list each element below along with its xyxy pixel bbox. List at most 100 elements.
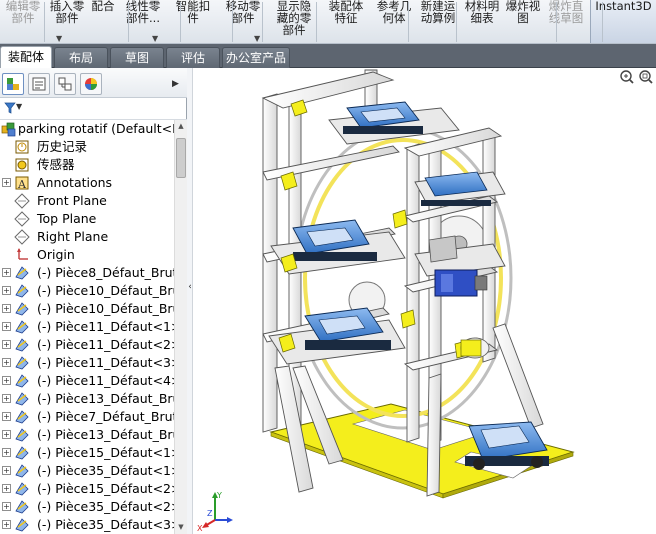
tree-item[interactable]: + A Annotations [0, 174, 174, 192]
tab-2[interactable]: 草图 [110, 47, 164, 68]
ribbon-button-12[interactable]: 爆炸直 线草图 [542, 0, 590, 43]
tree-item[interactable]: + (-) Pièce15_Défaut<1> [0, 444, 174, 462]
command-ribbon: 编辑零 部件 插入零 部件 配合 线性零 部件... 智能扣 件移动零 部件 显示隐 藏的… [0, 0, 656, 44]
sensor-icon [15, 158, 29, 172]
scroll-down-arrow-icon[interactable]: ▼ [175, 521, 187, 534]
tree-item[interactable]: Front Plane [0, 192, 174, 210]
tree-item[interactable]: + (-) Pièce13_Défaut_Brut [0, 390, 174, 408]
tree-item[interactable]: 历史记录 [0, 138, 174, 156]
feature-tree-icon [7, 78, 19, 90]
property-manager-tab[interactable] [28, 73, 50, 95]
tree-item-label: Annotations [37, 175, 113, 190]
tree-item[interactable]: Right Plane [0, 228, 174, 246]
tree-item[interactable]: + (-) Pièce13_Défaut_Brut [0, 426, 174, 444]
expand-plus-icon[interactable]: + [2, 376, 11, 385]
tree-item-label: (-) Pièce15_Défaut<1> [37, 445, 174, 460]
expand-plus-icon[interactable]: + [2, 340, 11, 349]
scroll-up-arrow-icon[interactable]: ▲ [175, 120, 187, 133]
ribbon-button-5[interactable]: 移动零 部件 [218, 0, 268, 43]
tree-item[interactable]: + (-) Pièce35_Défaut<1> [0, 462, 174, 480]
ribbon-button-8[interactable]: 参考几 何体 [372, 0, 416, 43]
scroll-thumb[interactable] [176, 138, 186, 178]
ribbon-dropdown-arrow-icon[interactable]: ▼ [152, 34, 158, 43]
tree-item-label: (-) Pièce35_Défaut<3> [37, 517, 174, 532]
tree-item[interactable]: + (-) Pièce35_Défaut<3> [0, 516, 174, 534]
expand-plus-icon[interactable]: + [2, 502, 11, 511]
tree-item[interactable]: + (-) Pièce15_Défaut<2> [0, 480, 174, 498]
ribbon-button-label: 编辑零 部件 [5, 0, 41, 25]
ribbon-separator [44, 2, 45, 42]
panel-expand-arrow-icon[interactable]: ▶ [172, 79, 179, 89]
ribbon-button-3[interactable]: 线性零 部件... [118, 0, 168, 43]
ribbon-separator [128, 2, 129, 42]
ribbon-button-4[interactable]: 智能扣 件 [168, 0, 218, 43]
expand-plus-icon[interactable]: + [2, 358, 11, 367]
ribbon-button-label: 插入零 部件 [49, 0, 85, 25]
ribbon-button-0[interactable]: 编辑零 部件 [0, 0, 46, 43]
part-icon [15, 446, 29, 460]
ribbon-button-9[interactable]: 新建运 动算例 [416, 0, 460, 43]
ribbon-button-10[interactable]: 材料明 细表 [460, 0, 504, 43]
tab-0[interactable]: 装配体 [0, 46, 52, 69]
ribbon-dropdown-arrow-icon[interactable]: ▼ [254, 34, 260, 43]
ribbon-button-7[interactable]: 装配体 特征 [320, 0, 372, 43]
part-icon [15, 356, 29, 370]
expand-plus-icon[interactable]: + [2, 520, 11, 529]
tree-item[interactable]: + (-) Pièce11_Défaut<4> [0, 372, 174, 390]
tree-root-label: parking rotatif (Default<D [18, 121, 174, 136]
tree-item[interactable]: + (-) Pièce7_Défaut_Brut d [0, 408, 174, 426]
ribbon-button-11[interactable]: 爆炸视 图 [504, 0, 542, 43]
expand-plus-icon[interactable]: + [2, 430, 11, 439]
ribbon-button-label: 配合 [91, 0, 115, 13]
coordinate-triad: Y Z X [197, 491, 233, 532]
tree-item[interactable]: 传感器 [0, 156, 174, 174]
appearance-manager-tab[interactable] [80, 73, 102, 95]
expand-plus-icon[interactable]: + [2, 394, 11, 403]
tree-item[interactable]: Top Plane [0, 210, 174, 228]
ribbon-button-label: 参考几 何体 [376, 0, 412, 25]
ribbon-button-2[interactable]: 配合 [88, 0, 118, 43]
tab-3[interactable]: 评估 [166, 47, 220, 68]
tree-item-label: (-) Pièce10_Défaut_Brut [37, 301, 174, 316]
plane-icon [14, 193, 30, 209]
tree-item-label: 历史记录 [37, 139, 88, 154]
graphics-viewport[interactable]: Y Z X [193, 68, 656, 534]
tree-root-assembly[interactable]: parking rotatif (Default<D [0, 120, 174, 138]
filter-icon[interactable] [4, 102, 16, 114]
tree-item-label: (-) Pièce11_Défaut<1> [37, 319, 174, 334]
tree-item[interactable]: + (-) Pièce10_Défaut_Brut [0, 282, 174, 300]
tab-1[interactable]: 布局 [54, 47, 108, 68]
tree-item[interactable]: Origin [0, 246, 174, 264]
tree-item[interactable]: + (-) Pièce10_Défaut_Brut [0, 300, 174, 318]
part-icon [15, 320, 29, 334]
expand-plus-icon[interactable]: + [2, 448, 11, 457]
tab-4[interactable]: 办公室产品 [222, 47, 290, 68]
expand-plus-icon[interactable]: + [2, 412, 11, 421]
ribbon-button-6[interactable]: 显示隐 藏的零 部件 [268, 0, 320, 43]
filter-dropdown-arrow-icon[interactable]: ▼ [16, 102, 22, 111]
expand-plus-icon[interactable]: + [2, 178, 11, 187]
expand-plus-icon[interactable]: + [2, 322, 11, 331]
appearance-icon [85, 78, 97, 90]
ribbon-button-1[interactable]: 插入零 部件 [46, 0, 88, 43]
tree-item[interactable]: + (-) Pièce11_Défaut<1> [0, 318, 174, 336]
tree-item-label: (-) Pièce13_Défaut_Brut [37, 391, 174, 406]
part-icon [15, 338, 29, 352]
expand-plus-icon[interactable]: + [2, 304, 11, 313]
ribbon-dropdown-arrow-icon[interactable]: ▼ [56, 34, 62, 43]
expand-plus-icon[interactable]: + [2, 466, 11, 475]
expand-plus-icon[interactable]: + [2, 268, 11, 277]
tree-item[interactable]: + (-) Pièce35_Défaut<2> [0, 498, 174, 516]
configuration-manager-tab[interactable] [54, 73, 76, 95]
ribbon-button-13[interactable]: Instant3D [590, 0, 656, 43]
tree-vertical-scrollbar[interactable]: ▲ ▼ [174, 120, 187, 534]
ribbon-separator [262, 2, 263, 42]
expand-plus-icon[interactable]: + [2, 286, 11, 295]
tree-item[interactable]: + (-) Pièce11_Défaut<2> [0, 336, 174, 354]
expand-plus-icon[interactable]: + [2, 484, 11, 493]
plane-icon [14, 211, 30, 227]
tree-item[interactable]: + (-) Pièce11_Défaut<3> [0, 354, 174, 372]
tree-item[interactable]: + (-) Pièce8_Défaut_Brut d [0, 264, 174, 282]
car-ground [465, 421, 549, 470]
feature-manager-tab[interactable] [2, 73, 24, 95]
